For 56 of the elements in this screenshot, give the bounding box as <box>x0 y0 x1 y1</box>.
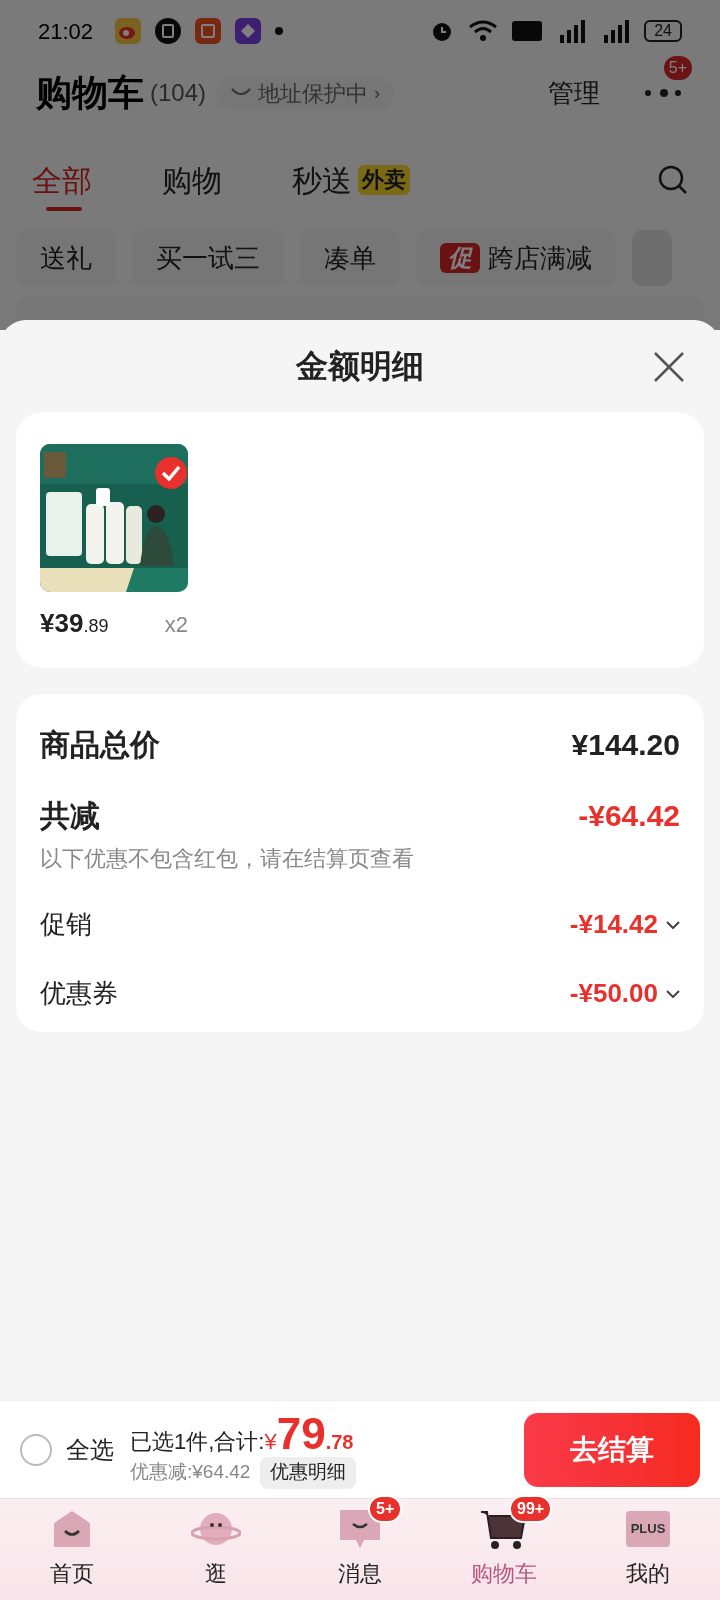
selected-summary: 已选1件,合计: <box>130 1427 265 1456</box>
discount-detail-button[interactable]: 优惠明细 <box>260 1456 357 1489</box>
sheet-title: 金额明细 <box>296 347 424 386</box>
manage-button[interactable]: 管理 <box>548 73 600 113</box>
filter-chip[interactable]: 送礼 <box>16 230 116 286</box>
search-icon[interactable] <box>658 165 688 195</box>
row-label: 商品总价 <box>40 727 160 763</box>
tab[interactable]: 秒送 外卖 <box>292 149 410 211</box>
total-price: 79 <box>276 1410 326 1457</box>
member-icon: PLUS <box>626 1509 670 1549</box>
discount-note: 以下优惠不包含红包，请在结算页查看 <box>40 845 415 873</box>
total-amount: ¥144.20 <box>571 727 680 763</box>
discount-toggle[interactable]: -¥14.42 <box>569 905 680 944</box>
nav-tab[interactable]: 首页 <box>0 1499 144 1600</box>
checkout-button[interactable]: 去结算 <box>524 1412 700 1487</box>
chevron-down-icon <box>666 989 680 998</box>
delivery-badge: 外卖 <box>358 165 410 195</box>
app-icon <box>115 18 142 44</box>
select-all-checkbox[interactable]: 全选 <box>20 1431 114 1468</box>
chevron-down-icon <box>666 920 680 929</box>
discount-amount: -¥64.42 <box>578 798 680 834</box>
status-time: 21:02 <box>38 17 94 46</box>
notification-badge: 5+ <box>663 56 692 80</box>
quantity: x2 <box>164 611 188 639</box>
price: ¥39 <box>40 607 84 640</box>
item-count: (104) <box>150 78 207 108</box>
app-icon <box>155 18 182 44</box>
discount-text: 优惠减:¥64.42 <box>130 1460 251 1485</box>
filter-chip[interactable]: 凑单 <box>300 230 400 286</box>
count-badge: 5+ <box>368 1495 403 1523</box>
row-label: 优惠券 <box>40 977 118 1010</box>
price-decimal: .89 <box>83 616 109 638</box>
tab[interactable]: 购物 <box>162 149 222 211</box>
discount-toggle[interactable]: -¥50.00 <box>569 974 680 1013</box>
currency-sign: ¥ <box>264 1428 277 1456</box>
row-label: 共减 <box>40 798 100 834</box>
close-icon[interactable] <box>652 350 686 384</box>
more-icon[interactable] <box>644 88 684 98</box>
address-pill[interactable]: 地址保护中 › <box>216 76 395 110</box>
wifi-icon <box>468 19 499 43</box>
filter-chip[interactable]: 买一试三 <box>132 230 284 286</box>
nav-tab[interactable]: PLUS 我的 <box>576 1499 720 1600</box>
app-icon <box>235 18 262 44</box>
page-title: 购物车 <box>36 71 144 115</box>
home-icon <box>52 1509 92 1549</box>
check-icon[interactable] <box>154 456 188 490</box>
filter-chip[interactable]: 促 跨店满减 <box>416 230 616 286</box>
count-badge: 99+ <box>509 1495 553 1523</box>
row-label: 促销 <box>40 908 92 941</box>
tab[interactable]: 全部 <box>32 149 92 211</box>
price-decimal: .78 <box>325 1429 354 1455</box>
nav-tab[interactable]: 逛 <box>144 1499 288 1600</box>
dot-icon <box>275 27 284 35</box>
promo-tag: 促 <box>440 243 480 273</box>
app-icon <box>195 18 222 44</box>
battery-icon: 24 <box>644 20 682 42</box>
